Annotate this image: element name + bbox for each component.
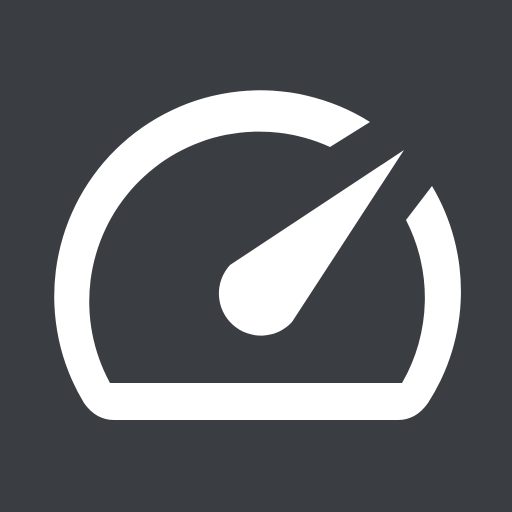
speedometer-icon <box>0 0 512 512</box>
app-icon-canvas <box>0 0 512 512</box>
